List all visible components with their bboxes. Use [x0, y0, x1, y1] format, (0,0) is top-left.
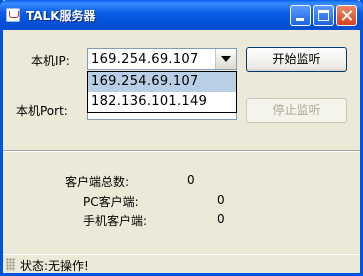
ip-dropdown-list: 169.254.69.107 182.136.101.149	[87, 71, 237, 113]
java-cup-icon	[6, 8, 20, 22]
pc-clients-label: PC客户端:	[83, 195, 139, 209]
grip-icon	[6, 258, 15, 271]
ip-option[interactable]: 182.136.101.149	[88, 92, 236, 112]
chevron-down-icon[interactable]	[215, 49, 236, 69]
ip-combobox[interactable]: 169.254.69.107	[87, 48, 237, 70]
status-bar: 状态:无操作!	[3, 254, 360, 273]
mobile-clients-label: 手机客户端:	[83, 214, 148, 228]
separator	[3, 150, 360, 152]
port-label: 本机Port:	[16, 104, 68, 118]
total-clients-value: 0	[187, 173, 195, 187]
ip-label: 本机IP:	[31, 54, 70, 68]
stop-listening-button[interactable]: 停止监听	[246, 98, 347, 123]
ip-option[interactable]: 169.254.69.107	[88, 72, 236, 92]
minimize-button[interactable]	[290, 5, 311, 26]
pc-clients-value: 0	[217, 193, 225, 207]
close-button[interactable]	[336, 5, 357, 26]
status-text: 状态:无操作!	[20, 259, 89, 273]
title-bar[interactable]: TALK服务器	[0, 0, 363, 30]
start-listening-button[interactable]: 开始监听	[246, 47, 347, 72]
maximize-button[interactable]	[313, 5, 334, 26]
mobile-clients-value: 0	[217, 212, 225, 226]
window-title: TALK服务器	[26, 9, 96, 23]
total-clients-label: 客户端总数:	[65, 175, 130, 189]
server-window: TALK服务器 本机IP: 169.254.69.107 169.254.69.…	[0, 0, 363, 276]
ip-selected-value: 169.254.69.107	[91, 52, 199, 67]
